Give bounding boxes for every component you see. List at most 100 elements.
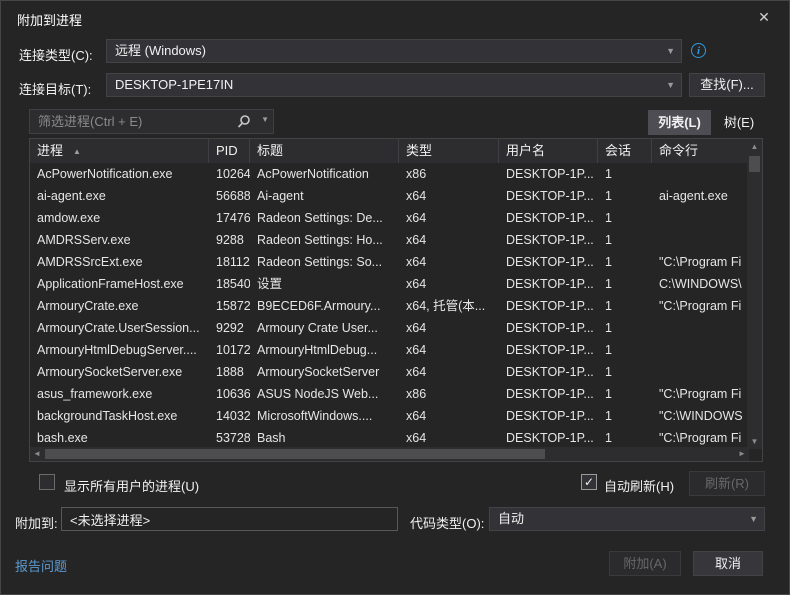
show-all-users-checkbox[interactable] — [39, 474, 55, 490]
table-row[interactable]: ArmouryCrate.exe 15872 B9ECED6F.Armoury.… — [30, 295, 749, 317]
cell-type: x64 — [399, 361, 499, 383]
cell-title: AcPowerNotification — [250, 163, 399, 185]
cell-pid: 17476 — [209, 207, 250, 229]
cell-title: ASUS NodeJS Web... — [250, 383, 399, 405]
cell-session: 1 — [598, 383, 652, 405]
search-controls[interactable]: ▼ — [237, 113, 269, 131]
cell-username: DESKTOP-1P... — [499, 361, 598, 383]
table-row[interactable]: ApplicationFrameHost.exe 18540 设置 x64 DE… — [30, 273, 749, 295]
column-header-process[interactable]: 进程▲ — [30, 139, 209, 163]
scroll-up-icon[interactable]: ▲ — [747, 139, 762, 154]
connection-target-value: DESKTOP-1PE17IN — [115, 77, 233, 92]
cell-type: x64, 托管(本... — [399, 295, 499, 317]
vertical-scrollbar[interactable]: ▲ ▼ — [747, 139, 762, 449]
table-row[interactable]: backgroundTaskHost.exe 14032 MicrosoftWi… — [30, 405, 749, 427]
chevron-down-icon: ▼ — [666, 40, 675, 62]
cell-type: x64 — [399, 273, 499, 295]
vertical-scrollbar-thumb[interactable] — [749, 156, 760, 172]
cell-username: DESKTOP-1P... — [499, 405, 598, 427]
table-row[interactable]: amdow.exe 17476 Radeon Settings: De... x… — [30, 207, 749, 229]
connection-type-dropdown[interactable]: 远程 (Windows) ▼ — [106, 39, 682, 63]
view-list-button[interactable]: 列表(L) — [648, 110, 711, 135]
auto-refresh-checkbox[interactable]: ✓ — [581, 474, 597, 490]
cell-session: 1 — [598, 251, 652, 273]
cell-username: DESKTOP-1P... — [499, 163, 598, 185]
cell-username: DESKTOP-1P... — [499, 339, 598, 361]
horizontal-scrollbar-thumb[interactable] — [45, 449, 545, 459]
cell-process: ArmouryCrate.UserSession... — [30, 317, 209, 339]
cell-username: DESKTOP-1P... — [499, 295, 598, 317]
cell-process: AMDRSSrcExt.exe — [30, 251, 209, 273]
cell-type: x64 — [399, 229, 499, 251]
cell-title: Armoury Crate User... — [250, 317, 399, 339]
connection-type-label: 连接类型(C): — [19, 45, 93, 64]
table-row[interactable]: AMDRSServ.exe 9288 Radeon Settings: Ho..… — [30, 229, 749, 251]
cell-pid: 1888 — [209, 361, 250, 383]
column-header-type[interactable]: 类型 — [399, 139, 499, 163]
cell-username: DESKTOP-1P... — [499, 273, 598, 295]
code-type-value: 自动 — [498, 511, 524, 526]
cell-process: AcPowerNotification.exe — [30, 163, 209, 185]
cell-type: x64 — [399, 317, 499, 339]
table-row[interactable]: AcPowerNotification.exe 10264 AcPowerNot… — [30, 163, 749, 185]
column-header-username[interactable]: 用户名 — [499, 139, 598, 163]
filter-input[interactable] — [30, 110, 235, 133]
refresh-button[interactable]: 刷新(R) — [689, 471, 765, 496]
cell-cmdline — [652, 163, 748, 185]
cell-session: 1 — [598, 361, 652, 383]
report-problem-link[interactable]: 报告问题 — [15, 556, 67, 575]
chevron-down-icon: ▼ — [749, 508, 758, 530]
attach-to-field[interactable] — [61, 507, 398, 531]
scroll-right-icon[interactable]: ► — [735, 447, 749, 461]
cell-process: ArmouryHtmlDebugServer.... — [30, 339, 209, 361]
cell-session: 1 — [598, 273, 652, 295]
cell-type: x64 — [399, 405, 499, 427]
column-header-title[interactable]: 标题 — [250, 139, 399, 163]
table-row[interactable]: ArmouryCrate.UserSession... 9292 Armoury… — [30, 317, 749, 339]
cell-pid: 9292 — [209, 317, 250, 339]
view-tree-button[interactable]: 树(E) — [715, 110, 763, 135]
column-header-pid[interactable]: PID — [209, 139, 250, 163]
column-header-cmdline[interactable]: 命令行 — [652, 139, 748, 163]
close-icon[interactable]: ✕ — [755, 8, 773, 26]
table-row[interactable]: ai-agent.exe 56688 Ai-agent x64 DESKTOP-… — [30, 185, 749, 207]
table-row[interactable]: bash.exe 53728 Bash x64 DESKTOP-1P... 1 … — [30, 427, 749, 449]
cell-username: DESKTOP-1P... — [499, 251, 598, 273]
chevron-down-icon: ▼ — [261, 115, 269, 124]
find-button[interactable]: 查找(F)... — [689, 73, 765, 97]
cell-type: x86 — [399, 383, 499, 405]
scroll-left-icon[interactable]: ◄ — [30, 447, 44, 461]
cell-session: 1 — [598, 229, 652, 251]
table-row[interactable]: ArmourySocketServer.exe 1888 ArmourySock… — [30, 361, 749, 383]
scroll-down-icon[interactable]: ▼ — [747, 434, 762, 449]
table-header-row: 进程▲ PID 标题 类型 用户名 会话 命令行 — [30, 139, 749, 163]
title-bar: 附加到进程 ✕ — [1, 1, 789, 33]
table-row[interactable]: ArmouryHtmlDebugServer.... 10172 Armoury… — [30, 339, 749, 361]
filter-box: ▼ — [29, 109, 274, 134]
attach-button[interactable]: 附加(A) — [609, 551, 681, 576]
process-table: 进程▲ PID 标题 类型 用户名 会话 命令行 AcPowerNotifica… — [29, 138, 763, 462]
process-table-body: AcPowerNotification.exe 10264 AcPowerNot… — [30, 163, 749, 449]
info-icon[interactable]: i — [691, 43, 706, 58]
connection-target-dropdown[interactable]: DESKTOP-1PE17IN ▼ — [106, 73, 682, 97]
connection-type-value: 远程 (Windows) — [115, 43, 206, 58]
cancel-button[interactable]: 取消 — [693, 551, 763, 576]
cell-cmdline — [652, 229, 748, 251]
sort-ascending-icon: ▲ — [73, 147, 81, 156]
cell-title: 设置 — [250, 273, 399, 295]
table-row[interactable]: AMDRSSrcExt.exe 18112 Radeon Settings: S… — [30, 251, 749, 273]
cell-session: 1 — [598, 185, 652, 207]
horizontal-scrollbar[interactable]: ◄ ► — [30, 447, 749, 461]
attach-to-process-dialog: 附加到进程 ✕ 连接类型(C): 远程 (Windows) ▼ i 连接目标(T… — [0, 0, 790, 595]
cell-title: Radeon Settings: So... — [250, 251, 399, 273]
cell-cmdline: ai-agent.exe — [652, 185, 748, 207]
cell-type: x64 — [399, 185, 499, 207]
cell-cmdline — [652, 339, 748, 361]
cell-session: 1 — [598, 339, 652, 361]
cell-process: ApplicationFrameHost.exe — [30, 273, 209, 295]
table-row[interactable]: asus_framework.exe 10636 ASUS NodeJS Web… — [30, 383, 749, 405]
column-header-session[interactable]: 会话 — [598, 139, 652, 163]
chevron-down-icon: ▼ — [666, 74, 675, 96]
cell-type: x64 — [399, 427, 499, 449]
code-type-dropdown[interactable]: 自动 ▼ — [489, 507, 765, 531]
